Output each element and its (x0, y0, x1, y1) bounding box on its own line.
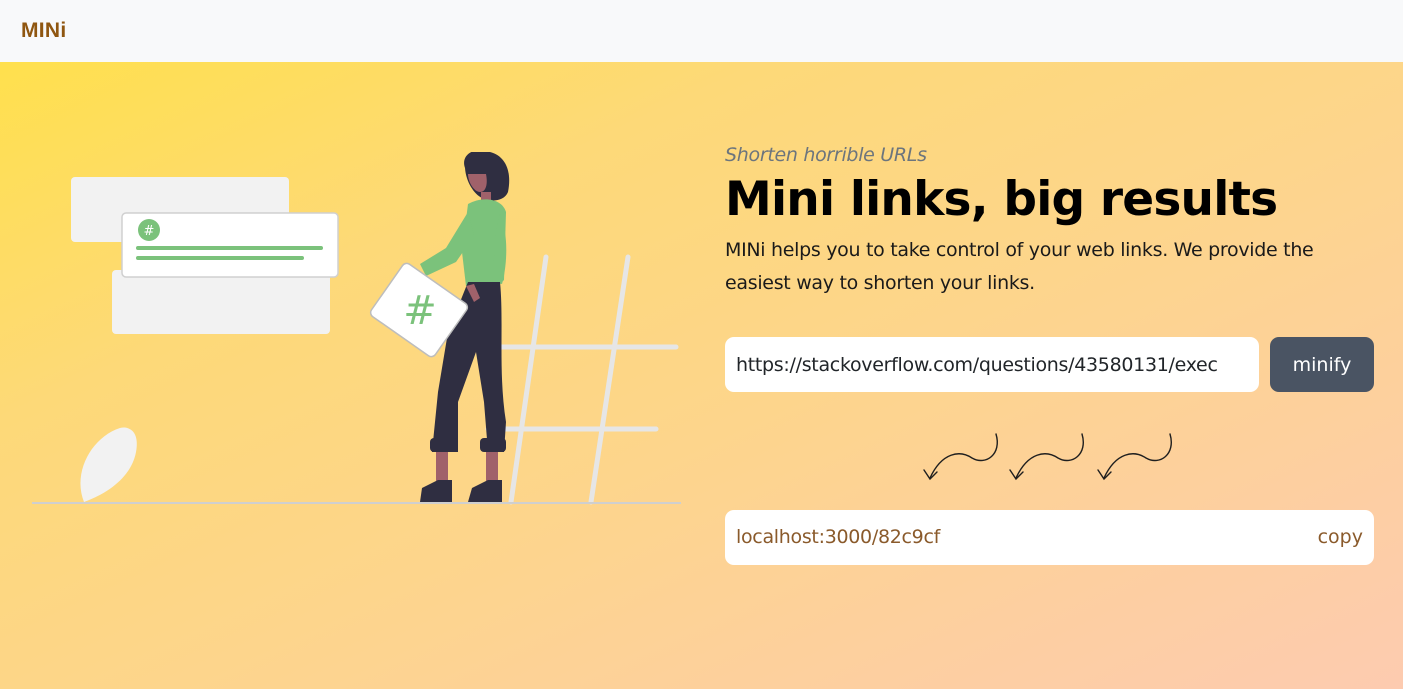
brand-logo[interactable]: MINi (21, 19, 67, 43)
short-url-result: localhost:3000/82c9cf copy (725, 510, 1374, 565)
card-back-bottom (112, 270, 330, 334)
svg-text:#: # (403, 288, 437, 334)
hero-content: Shorten horrible URLs Mini links, big re… (725, 144, 1385, 300)
person-with-tablet-illustration: # # (32, 152, 681, 505)
hashtag-badge-icon: # (138, 219, 160, 241)
card-line-2 (136, 256, 304, 260)
curly-arrows-icon (923, 433, 1172, 481)
hero-section: # # Shorten horrible URLs Mini links, bi… (0, 62, 1403, 689)
url-input[interactable] (725, 337, 1259, 392)
short-url-text: localhost:3000/82c9cf (736, 526, 940, 548)
copy-button[interactable]: copy (1318, 510, 1363, 565)
shorten-form: minify (725, 337, 1374, 392)
hashtag-structure (485, 254, 679, 505)
page-title: Mini links, big results (725, 172, 1278, 227)
minify-button[interactable]: minify (1270, 337, 1374, 392)
lead-text: MINi helps you to take control of your w… (725, 239, 1314, 294)
tagline: Shorten horrible URLs (725, 144, 927, 166)
leaf-icon (80, 427, 137, 502)
card-line-1 (136, 246, 323, 250)
navbar: MINi (0, 0, 1403, 62)
svg-text:#: # (144, 224, 155, 239)
